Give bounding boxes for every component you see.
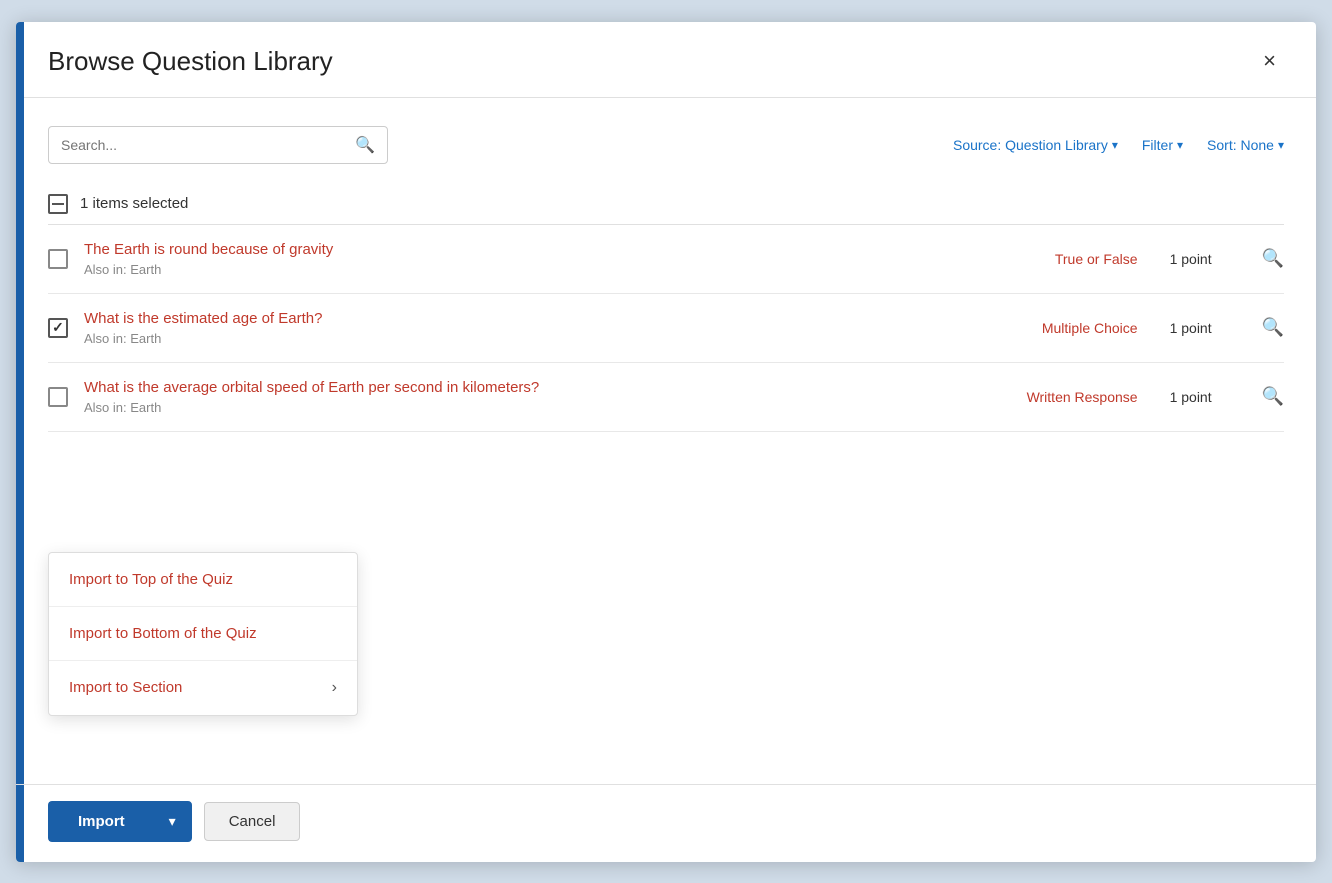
modal-overlay: Browse Question Library × 🔍 Source: Ques… — [0, 0, 1332, 883]
import-dropdown-menu: Import to Top of the Quiz Import to Bott… — [48, 552, 358, 716]
modal-title: Browse Question Library — [48, 46, 333, 77]
question-subtitle-3: Also in: Earth — [84, 400, 982, 415]
filter-chevron-icon: ▾ — [1177, 138, 1183, 152]
sort-chevron-icon: ▾ — [1278, 138, 1284, 152]
source-button[interactable]: Source: Question Library ▾ — [953, 137, 1118, 153]
question-list: The Earth is round because of gravity Al… — [48, 225, 1284, 432]
import-top-label: Import to Top of the Quiz — [69, 571, 233, 588]
source-chevron-icon: ▾ — [1112, 138, 1118, 152]
question-points-3: 1 point — [1170, 389, 1230, 405]
question-title-2: What is the estimated age of Earth? — [84, 310, 982, 327]
deselect-all-checkbox[interactable] — [48, 194, 68, 214]
cancel-button[interactable]: Cancel — [204, 802, 301, 841]
question-checkbox-3[interactable] — [48, 387, 68, 407]
question-info-3: What is the average orbital speed of Ear… — [84, 379, 982, 415]
import-dropdown-button[interactable]: ▾ — [153, 801, 192, 842]
import-top-item[interactable]: Import to Top of the Quiz — [49, 553, 357, 607]
search-input[interactable] — [61, 137, 347, 153]
toolbar: 🔍 Source: Question Library ▾ Filter ▾ So… — [48, 126, 1284, 164]
toolbar-right: Source: Question Library ▾ Filter ▾ Sort… — [953, 137, 1284, 153]
dropdown-chevron-icon: ▾ — [169, 813, 176, 830]
modal-footer: Import ▾ Cancel — [16, 784, 1316, 862]
question-subtitle-1: Also in: Earth — [84, 262, 982, 277]
question-type-1: True or False — [998, 251, 1138, 267]
table-row: The Earth is round because of gravity Al… — [48, 225, 1284, 294]
modal: Browse Question Library × 🔍 Source: Ques… — [16, 22, 1316, 862]
question-info-1: The Earth is round because of gravity Al… — [84, 241, 982, 277]
question-info-2: What is the estimated age of Earth? Also… — [84, 310, 982, 346]
close-button[interactable]: × — [1255, 46, 1284, 76]
question-points-2: 1 point — [1170, 320, 1230, 336]
import-button[interactable]: Import — [48, 801, 153, 842]
question-checkbox-1[interactable] — [48, 249, 68, 269]
checkmark-icon: ✓ — [52, 319, 64, 336]
preview-icon-1[interactable]: 🔍 — [1262, 248, 1284, 269]
table-row: What is the average orbital speed of Ear… — [48, 363, 1284, 432]
sort-button[interactable]: Sort: None ▾ — [1207, 137, 1284, 153]
question-points-1: 1 point — [1170, 251, 1230, 267]
import-bottom-label: Import to Bottom of the Quiz — [69, 625, 257, 642]
preview-icon-3[interactable]: 🔍 — [1262, 386, 1284, 407]
chevron-right-icon: › — [332, 679, 337, 697]
source-label: Source: Question Library — [953, 137, 1108, 153]
question-title-3: What is the average orbital speed of Ear… — [84, 379, 982, 396]
search-icon: 🔍 — [355, 135, 375, 155]
question-meta-3: Written Response 1 point 🔍 — [998, 386, 1284, 407]
minus-icon — [52, 203, 64, 205]
sort-label: Sort: None — [1207, 137, 1274, 153]
filter-label: Filter — [1142, 137, 1173, 153]
import-section-label: Import to Section — [69, 679, 182, 696]
import-bottom-item[interactable]: Import to Bottom of the Quiz — [49, 607, 357, 661]
question-meta-1: True or False 1 point 🔍 — [998, 248, 1284, 269]
question-type-3: Written Response — [998, 389, 1138, 405]
question-checkbox-2[interactable]: ✓ — [48, 318, 68, 338]
filter-button[interactable]: Filter ▾ — [1142, 137, 1183, 153]
question-meta-2: Multiple Choice 1 point 🔍 — [998, 317, 1284, 338]
question-type-2: Multiple Choice — [998, 320, 1138, 336]
import-section-item[interactable]: Import to Section › — [49, 661, 357, 715]
modal-body: 🔍 Source: Question Library ▾ Filter ▾ So… — [16, 98, 1316, 784]
question-subtitle-2: Also in: Earth — [84, 331, 982, 346]
question-title-1: The Earth is round because of gravity — [84, 241, 982, 258]
selected-bar: 1 items selected — [48, 184, 1284, 225]
modal-header: Browse Question Library × — [16, 22, 1316, 98]
search-box: 🔍 — [48, 126, 388, 164]
table-row: ✓ What is the estimated age of Earth? Al… — [48, 294, 1284, 363]
selected-count-text: 1 items selected — [80, 195, 188, 212]
preview-icon-2[interactable]: 🔍 — [1262, 317, 1284, 338]
